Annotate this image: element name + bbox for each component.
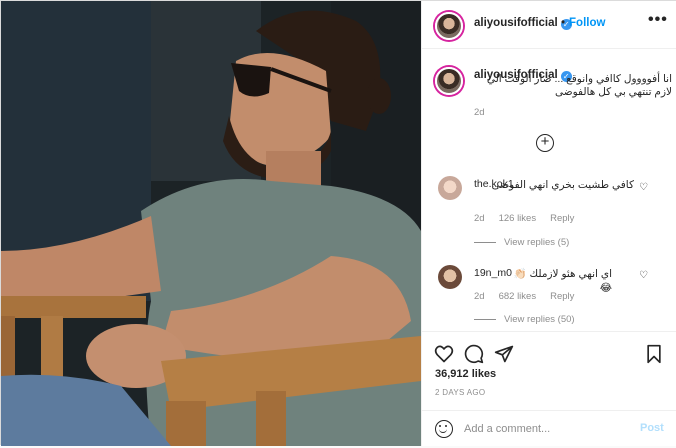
view-replies-label[interactable]: View replies (5)	[504, 237, 569, 248]
comment-icon[interactable]	[464, 344, 484, 364]
follow-separator: •	[561, 17, 566, 29]
comment-avatar[interactable]	[438, 176, 462, 200]
reply-button[interactable]: Reply	[550, 291, 574, 302]
add-comment-bar: Post	[422, 410, 676, 448]
reply-button[interactable]: Reply	[550, 213, 574, 224]
post-photo[interactable]	[1, 1, 421, 446]
follow-button[interactable]: • Follow	[561, 17, 605, 29]
comment-likes[interactable]: 682 likes	[499, 291, 537, 302]
comment-like-heart-icon[interactable]: ♡	[639, 271, 649, 281]
caption-avatar[interactable]	[435, 67, 463, 95]
author-avatar[interactable]	[435, 12, 463, 40]
post-side-panel: aliyousifofficial ✓ • Follow ••• aliyousif…	[421, 1, 676, 446]
caption-time: 2d	[474, 107, 485, 118]
comment-meta: 2d 682 likes Reply	[474, 291, 588, 302]
post-modal: aliyousifofficial ✓ • Follow ••• aliyousif…	[0, 0, 676, 446]
post-header: aliyousifofficial ✓ • Follow •••	[422, 1, 676, 49]
caption-text: انا أفوووول كاافي وانوقع ... صار الوقت ا…	[486, 73, 672, 98]
comment-meta: 2d 126 likes Reply	[474, 213, 588, 224]
post-time: 2 DAYS AGO	[435, 388, 486, 397]
view-replies-label[interactable]: View replies (50)	[504, 314, 575, 325]
author-username[interactable]: aliyousifofficial ✓	[474, 17, 572, 30]
view-replies-divider	[474, 318, 496, 320]
comment-text: كافي طشيت بخري انهي الفوضى	[491, 179, 634, 191]
comment-time: 2d	[474, 213, 485, 224]
view-replies-button[interactable]: View replies (5)	[474, 237, 569, 248]
follow-label[interactable]: Follow	[569, 17, 605, 29]
comment-avatar[interactable]	[438, 265, 462, 289]
likes-count[interactable]: 36,912 likes	[435, 368, 496, 380]
more-options-icon[interactable]: •••	[648, 11, 668, 29]
heart-icon[interactable]	[434, 344, 454, 364]
post-actions: 36,912 likes 2 DAYS AGO Post	[422, 331, 676, 447]
view-replies-button[interactable]: View replies (50)	[474, 314, 575, 325]
photo-illustration	[1, 1, 421, 446]
load-more-comments-icon[interactable]: +	[536, 134, 554, 152]
bookmark-icon[interactable]	[644, 344, 664, 364]
post-comment-button[interactable]: Post	[640, 422, 664, 434]
comment-time: 2d	[474, 291, 485, 302]
author-username-text[interactable]: aliyousifofficial	[474, 17, 558, 29]
comment-input[interactable]	[464, 420, 624, 438]
comment-likes[interactable]: 126 likes	[499, 213, 537, 224]
comment-username[interactable]: 19n_m0	[474, 267, 512, 279]
comment-like-heart-icon[interactable]: ♡	[639, 183, 649, 193]
view-replies-divider	[474, 241, 496, 243]
share-icon[interactable]	[494, 344, 514, 364]
emoji-icon[interactable]	[435, 420, 453, 438]
